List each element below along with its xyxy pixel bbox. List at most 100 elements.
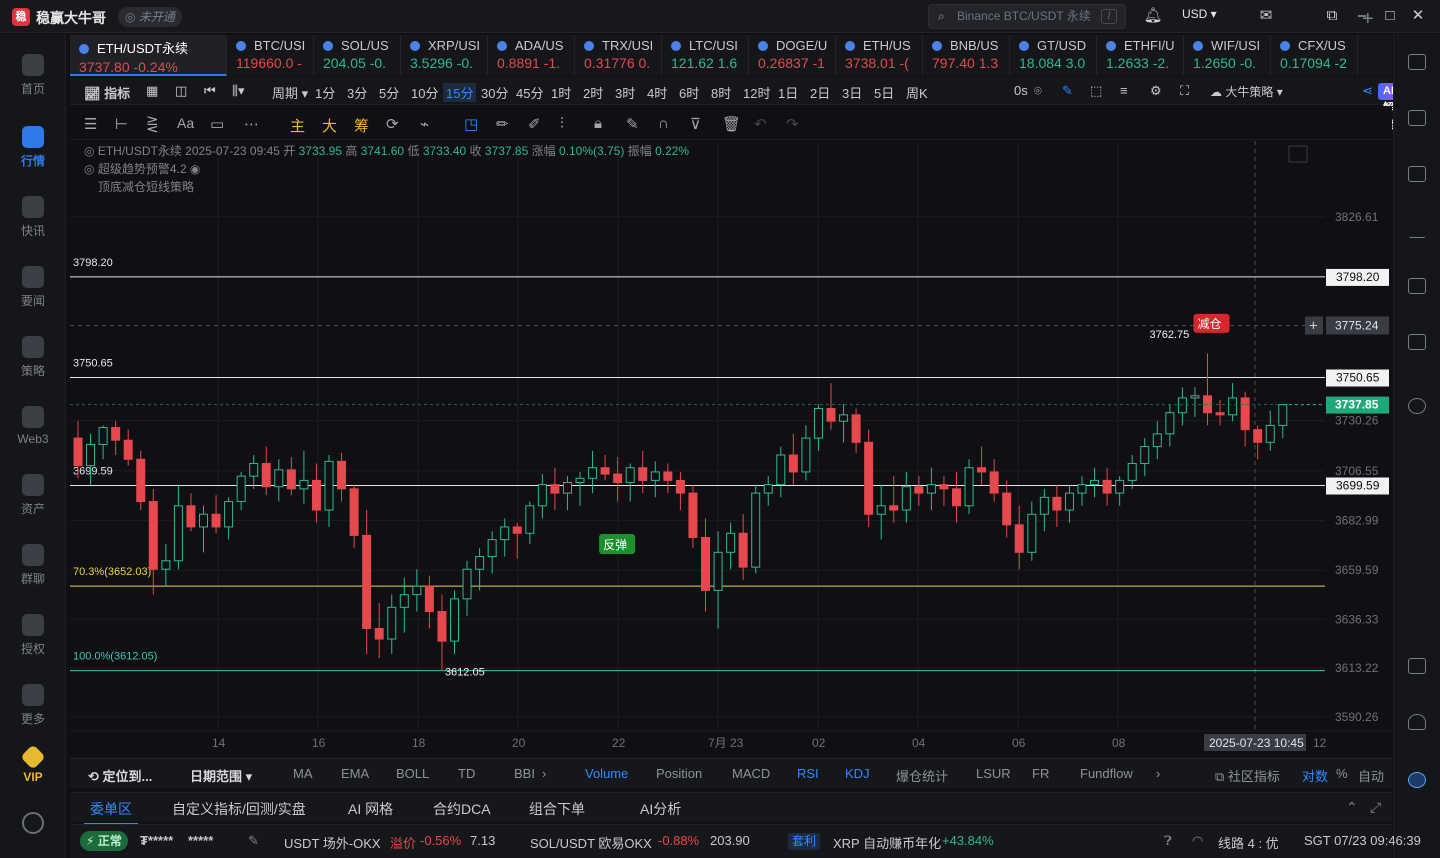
compare-icon[interactable]: ◫ <box>175 83 187 99</box>
indicator-button[interactable]: 📈︎ 指标 <box>84 83 130 102</box>
settings-gear-icon[interactable] <box>22 812 44 834</box>
replay-icon[interactable]: ⏮ <box>204 83 216 99</box>
timeframe-10[interactable]: 4时 <box>647 83 667 102</box>
list-icon[interactable]: ≡ <box>1120 83 1128 98</box>
chevron-right-icon[interactable]: › <box>1156 766 1160 781</box>
candlestick-chart[interactable]: 3826.61 3730.26 3706.55 3682.99 3659.59 3636.… <box>70 141 1392 756</box>
symbol-tab[interactable]: GT/USD 18.084 3.0 <box>1010 35 1097 76</box>
indicator-toggle-4[interactable]: BBI <box>514 766 535 781</box>
indicator-row-1[interactable]: ◎ 超级趋势预警4.2 ◉ <box>84 160 689 178</box>
currency-select[interactable]: USD ▾ <box>1182 7 1217 21</box>
nav-item-2[interactable]: 快讯 <box>0 196 66 256</box>
indicator-toggle-7[interactable]: MACD <box>732 766 770 781</box>
maximize-icon[interactable]: □ <box>1380 6 1400 26</box>
panel-tab-4[interactable]: 组合下单 <box>529 799 585 819</box>
cycle-icon[interactable]: ⟳ <box>386 115 399 133</box>
indicator-toggle-3[interactable]: TD <box>458 766 475 781</box>
symbol-tab[interactable]: SOL/US 204.05 -0. <box>314 35 401 76</box>
brush-icon[interactable]: ⌁ <box>420 115 429 133</box>
timeframe-11[interactable]: 6时 <box>679 83 699 102</box>
timeframe-18[interactable]: 周K <box>906 83 928 102</box>
timeframe-7[interactable]: 1时 <box>551 83 571 102</box>
indicator-toggle-13[interactable]: Fundflow <box>1080 766 1133 781</box>
indicator-toggle-9[interactable]: KDJ <box>845 766 870 781</box>
nav-item-0[interactable]: 首页 <box>0 54 66 114</box>
text-tool-icon[interactable]: Aa <box>177 115 194 131</box>
community-indicators-button[interactable]: ⧉ 社区指标 <box>1215 766 1280 785</box>
period-select[interactable]: 周期 ▾ <box>272 83 308 102</box>
measure-icon[interactable]: ⫶ <box>560 115 564 132</box>
panel-tab-5[interactable]: AI分析 <box>640 799 681 819</box>
indicator-toggle-10[interactable]: 爆仓统计 <box>896 766 948 785</box>
chevron-right-icon[interactable]: › <box>542 766 546 781</box>
magnet-icon[interactable]: ∩ <box>658 115 669 132</box>
panel-tab-1[interactable]: 自定义指标/回测/实盘 <box>172 799 306 819</box>
symbol-tab[interactable]: WIF/USI 1.2650 -0. <box>1184 35 1271 76</box>
card-icon[interactable] <box>1408 334 1426 350</box>
expand-chart-icon[interactable] <box>1288 145 1308 163</box>
panel-tab-3[interactable]: 合约DCA <box>433 799 491 819</box>
select-icon[interactable]: ◳ <box>464 115 478 133</box>
nav-item-7[interactable]: 群聊 <box>0 544 66 604</box>
nav-item-1[interactable]: 行情 <box>0 126 66 186</box>
nav-item-4[interactable]: 策略 <box>0 336 66 396</box>
symbol-tab[interactable]: LTC/USI 121.62 1.6 <box>662 35 749 76</box>
timeframe-2[interactable]: 5分 <box>379 83 399 102</box>
indicator-toggle-6[interactable]: Position <box>656 766 702 781</box>
edit-icon[interactable]: ✎ <box>626 115 639 133</box>
symbol-tab[interactable]: BTC/USI 119660.0 - <box>227 35 314 76</box>
timeframe-0[interactable]: 1分 <box>315 83 335 102</box>
nav-item-8[interactable]: 授权 <box>0 614 66 674</box>
nav-item-5[interactable]: Web3 <box>0 406 66 466</box>
chart-type-icon[interactable]: ⫼▾ <box>232 83 245 99</box>
eye-icon[interactable]: ◉ <box>190 162 200 176</box>
edit-icon[interactable]: ✎ <box>248 833 259 849</box>
close-icon[interactable]: ✕ <box>1408 6 1428 26</box>
locate-button[interactable]: ⟲ 定位到... <box>88 766 152 785</box>
share-icon[interactable]: ⋖ <box>1362 83 1373 99</box>
symbol-tab[interactable]: TRX/USI 0.31776 0. <box>575 35 662 76</box>
bell-icon[interactable]: 🔔︎ <box>1143 6 1163 26</box>
indicator-toggle-12[interactable]: FR <box>1032 766 1049 781</box>
layout-icon[interactable]: ⧉ <box>1322 6 1342 26</box>
symbol-tab[interactable]: ETH/USDT永续 3737.80 -0.24% <box>70 35 227 76</box>
network-line-label[interactable]: 线路 4 : 优 <box>1218 833 1279 852</box>
nav-item-3[interactable]: 要闻 <box>0 266 66 326</box>
login-status-chip[interactable]: ◎ 未开通 <box>118 7 182 27</box>
help-icon[interactable]: ❓︎ <box>1164 833 1172 849</box>
symbol-tab[interactable]: ADA/US 0.8891 -1. <box>488 35 575 76</box>
pencil-icon[interactable]: ✏ <box>496 115 509 133</box>
menu-lines-icon[interactable]: ☰ <box>84 115 97 133</box>
percent-toggle[interactable]: % <box>1336 766 1348 781</box>
marker-icon[interactable]: ✐ <box>528 115 541 133</box>
panel-tab-0[interactable]: 委单区 <box>84 799 138 825</box>
indicator-toggle-8[interactable]: RSI <box>797 766 819 781</box>
redo-icon[interactable]: ↷ <box>786 115 799 133</box>
horizontal-line-icon[interactable]: ⊢ <box>115 115 128 133</box>
log-scale-toggle[interactable]: 对数 <box>1302 766 1328 785</box>
strategy-select[interactable]: ☁ 大牛策略 ▾ <box>1210 83 1283 100</box>
timeframe-16[interactable]: 3日 <box>842 83 862 102</box>
mail-icon[interactable]: ✉ <box>1256 6 1276 26</box>
nav-item-10[interactable]: VIP <box>0 744 66 808</box>
symbol-tab[interactable]: CFX/US 0.17094 -2 <box>1271 35 1358 76</box>
monitor-icon[interactable] <box>1408 278 1426 294</box>
symbol-tab[interactable]: XRP/USI 3.5296 -0. <box>401 35 488 76</box>
timeframe-3[interactable]: 10分 <box>411 83 438 102</box>
filter-icon[interactable]: ⊽ <box>690 115 701 133</box>
nav-item-9[interactable]: 更多 <box>0 684 66 744</box>
symbol-tab[interactable]: BNB/US 797.40 1.3 <box>923 35 1010 76</box>
trash-icon[interactable]: 🗑︎ <box>722 115 741 133</box>
add-tab-icon[interactable]: + <box>1362 8 1374 31</box>
calendar-icon[interactable]: ▦ <box>146 83 158 99</box>
auto-scale-toggle[interactable]: 自动 <box>1358 766 1384 785</box>
timeframe-8[interactable]: 2时 <box>583 83 603 102</box>
timeframe-17[interactable]: 5日 <box>874 83 894 102</box>
indicator-toggle-0[interactable]: MA <box>293 766 313 781</box>
timeframe-13[interactable]: 12时 <box>743 83 770 102</box>
document-icon[interactable] <box>1408 110 1426 126</box>
arbitrage-badge[interactable]: 套利 <box>788 833 821 850</box>
chip-tool-button[interactable]: 筹 <box>354 115 369 136</box>
dollar-icon[interactable] <box>1408 166 1426 182</box>
multi-line-icon[interactable]: ⋛ <box>146 115 159 133</box>
